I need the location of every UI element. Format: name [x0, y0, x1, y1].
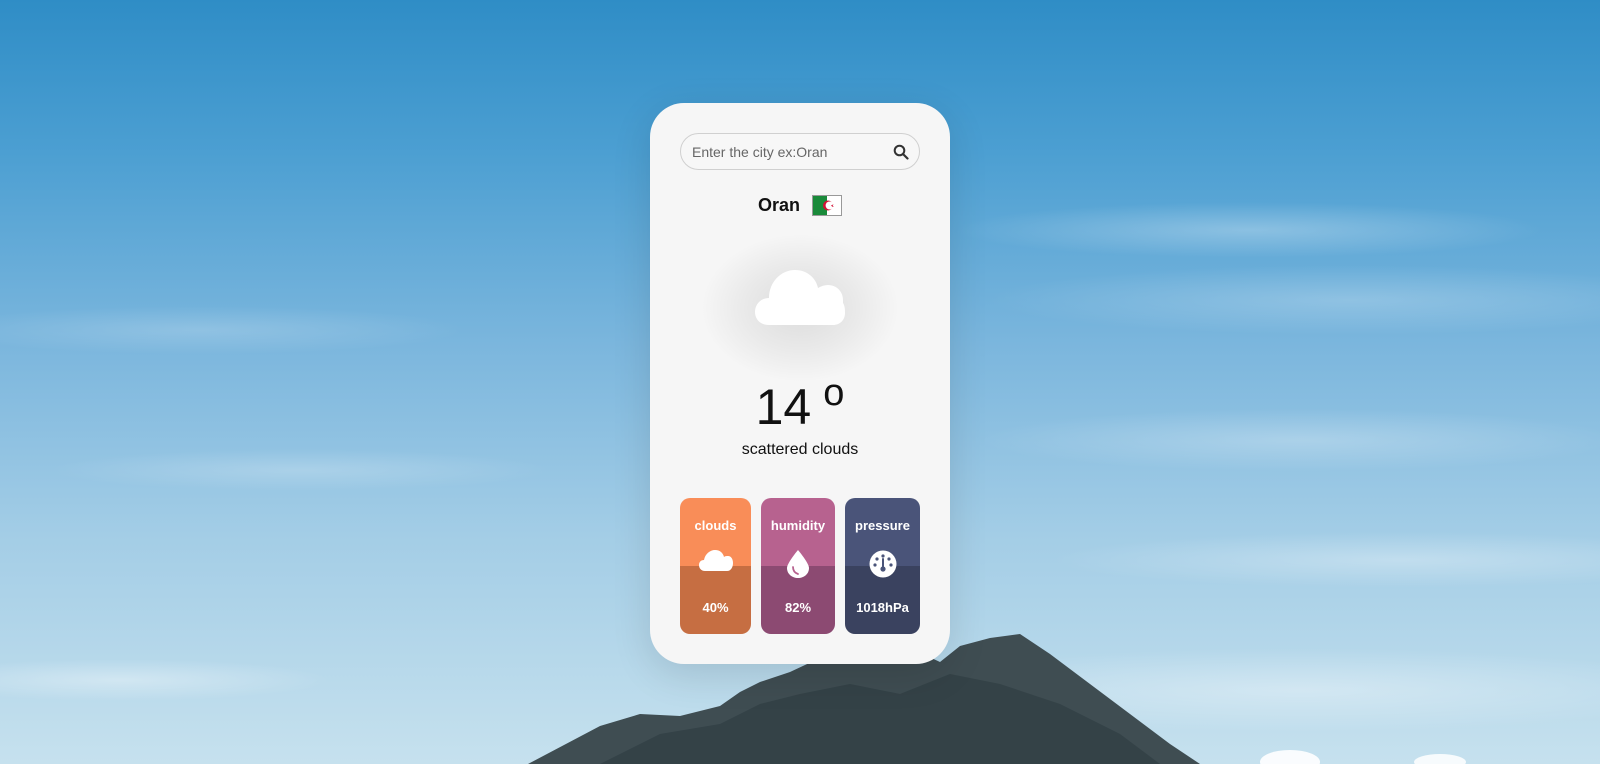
stat-value: 1018hPa [856, 600, 909, 615]
city-name: Oran [757, 195, 800, 215]
search-bar [680, 133, 920, 170]
weather-card: Oran 14 o scattered clouds clouds 40% [650, 103, 950, 664]
temperature-value: 14 [755, 379, 812, 435]
stat-value: 40% [702, 600, 729, 615]
location-row: Oran [650, 195, 950, 216]
stat-card-pressure: pressure 1018hPa [845, 498, 920, 634]
algeria-flag-icon [812, 195, 842, 216]
stats-row: clouds 40% humidity 82% pressure 1018hPa [680, 498, 920, 634]
stat-label: pressure [855, 518, 910, 533]
weather-description: scattered clouds [741, 441, 859, 458]
stat-value: 82% [784, 600, 812, 615]
search-icon[interactable] [893, 144, 909, 160]
stat-label: humidity [770, 518, 826, 533]
stat-card-humidity: humidity 82% [761, 498, 835, 634]
stat-card-clouds: clouds 40% [680, 498, 751, 634]
water-drop-icon [787, 550, 809, 578]
city-search-input[interactable] [692, 134, 882, 169]
stat-label: clouds [694, 518, 737, 533]
temperature-display: 14 o [650, 372, 950, 436]
temperature-unit: o [823, 372, 845, 414]
weather-icon-halo [700, 233, 900, 383]
cloud-icon [698, 550, 733, 571]
gauge-icon [869, 550, 896, 578]
cloud-icon [755, 270, 845, 325]
